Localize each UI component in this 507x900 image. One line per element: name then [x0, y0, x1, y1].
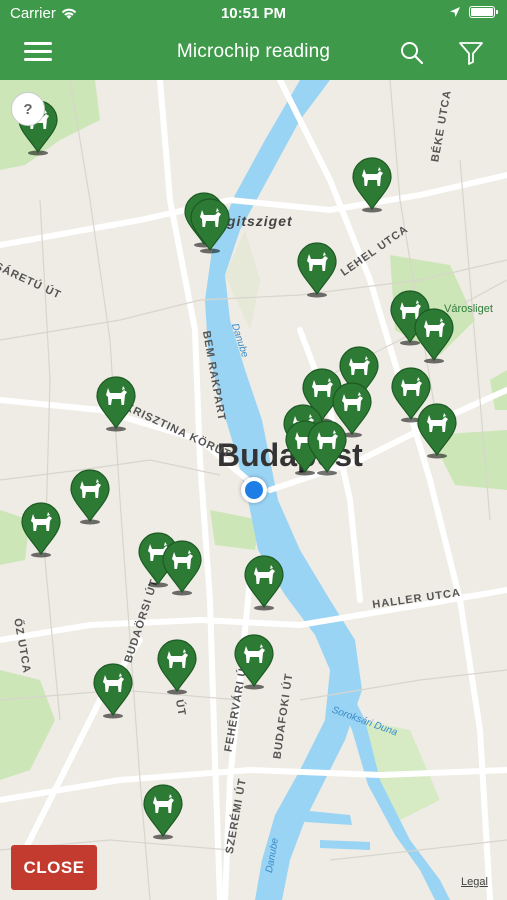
dog-marker[interactable]: [96, 376, 136, 432]
dog-marker[interactable]: [234, 634, 274, 690]
dog-marker[interactable]: [417, 403, 457, 459]
page-title: Microchip reading: [176, 41, 331, 62]
dog-marker[interactable]: [162, 540, 202, 596]
dog-marker[interactable]: [157, 639, 197, 695]
status-bar: Carrier 10:51 PM: [0, 0, 507, 28]
help-button[interactable]: ?: [11, 92, 45, 126]
location-arrow-icon: [450, 7, 460, 17]
close-button[interactable]: CLOSE: [11, 845, 97, 890]
dog-marker[interactable]: [307, 420, 347, 476]
user-location-dot: [241, 477, 267, 503]
status-indicators: [449, 6, 498, 18]
navbar: Microchip reading: [0, 30, 507, 76]
dog-marker[interactable]: [297, 242, 337, 298]
filter-icon[interactable]: [458, 40, 484, 66]
status-time: 10:51 PM: [220, 5, 287, 22]
dog-marker[interactable]: [143, 784, 183, 840]
battery-icon: [469, 6, 498, 18]
dog-marker[interactable]: [414, 308, 454, 364]
app-header: Carrier 10:51 PM Microchip reading: [0, 0, 507, 80]
legal-link[interactable]: Legal: [461, 876, 488, 888]
dog-marker[interactable]: [93, 663, 133, 719]
search-icon[interactable]: [399, 40, 425, 66]
dog-marker[interactable]: [352, 157, 392, 213]
dog-marker[interactable]: [190, 198, 230, 254]
dog-marker[interactable]: [244, 555, 284, 611]
dog-marker[interactable]: [70, 469, 110, 525]
dog-marker[interactable]: [21, 502, 61, 558]
